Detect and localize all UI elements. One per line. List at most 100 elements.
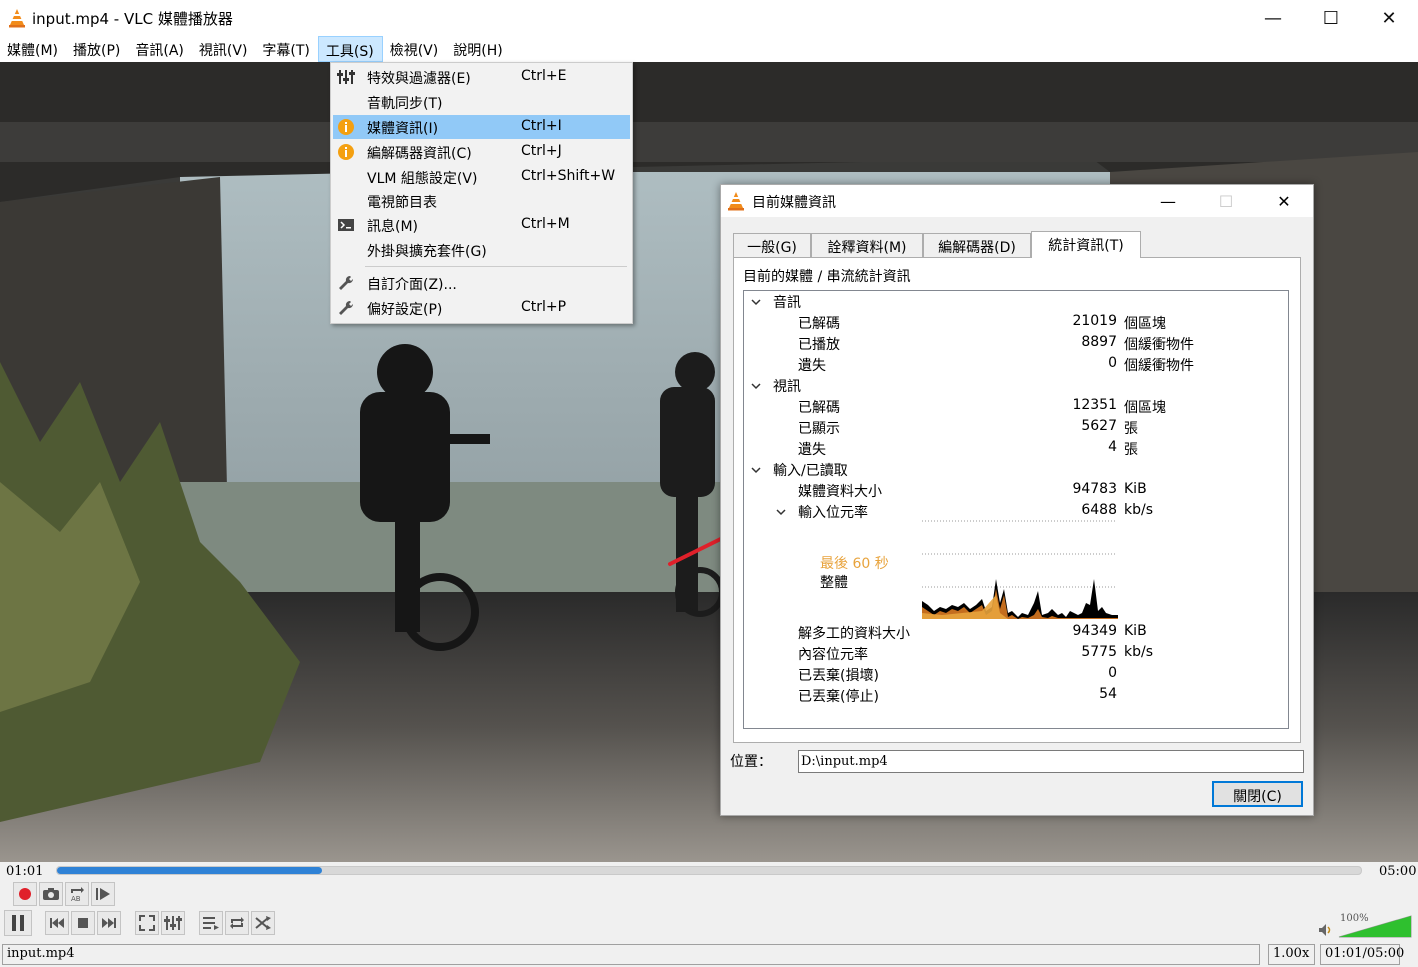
content-bitrate-unit: kb/s [1124,644,1154,660]
video-decoded-unit: 個區塊 [1124,400,1166,416]
audio-played-label: 已播放 [798,337,840,353]
video-lost-value: 4 [1108,439,1117,455]
menu-item-track-sync[interactable]: 音軌同步(T) [333,90,630,114]
menu-bar: 媒體(M) 播放(P) 音訊(A) 視訊(V) 字幕(T) 工具(S) 檢視(V… [0,36,1418,62]
video-displayed-label: 已顯示 [798,421,840,437]
loop-ab-button[interactable]: AB [65,882,89,906]
tab-metadata[interactable]: 詮釋資料(M) [811,233,923,257]
next-button[interactable] [97,911,121,935]
menu-item-media-info[interactable]: 媒體資訊(I) Ctrl+I [333,115,630,139]
wrench-icon [339,275,354,290]
tools-menu: 特效與過濾器(E) Ctrl+E 音軌同步(T) 媒體資訊(I) Ctrl+I … [330,62,633,324]
vlc-cone-icon [9,9,25,28]
audio-played-value: 8897 [1081,334,1117,350]
chevron-down-icon[interactable] [775,506,787,518]
media-info-dialog: 目前媒體資訊 — ☐ ✕ 一般(G) 詮釋資料(M) 編解碼器(D) 目前的媒體… [720,184,1314,816]
media-size-label: 媒體資料大小 [798,484,882,500]
menu-item-plugins[interactable]: 外掛與擴充套件(G) [333,238,630,262]
input-bitrate-label: 輸入位元率 [798,505,868,521]
menu-view[interactable]: 檢視(V) [383,36,447,62]
input-bitrate-value: 6488 [1081,502,1117,518]
shuffle-button[interactable] [251,911,275,935]
loop-button[interactable] [225,911,249,935]
menu-item-messages[interactable]: 訊息(M) Ctrl+M [333,213,630,237]
demux-size-label: 解多工的資料大小 [798,626,910,642]
close-button[interactable]: ✕ [1360,0,1418,36]
audio-played-unit: 個緩衝物件 [1124,337,1194,353]
seek-bar[interactable] [56,866,1362,875]
menu-item-codec-info[interactable]: 編解碼器資訊(C) Ctrl+J [333,140,630,164]
skip-previous-icon [50,918,64,928]
dialog-close-action-button[interactable]: 關閉(C) [1212,781,1303,807]
menu-video[interactable]: 視訊(V) [192,36,256,62]
discarded-corrupted-label: 已丟棄(損壞) [798,668,879,684]
fullscreen-button[interactable] [135,911,159,935]
maximize-button[interactable]: ☐ [1302,0,1360,36]
playlist-button[interactable] [199,911,223,935]
menu-item-vlm[interactable]: VLM 組態設定(V) Ctrl+Shift+W [333,165,630,189]
audio-decoded-value: 21019 [1072,313,1117,329]
sliders-icon [337,70,355,84]
record-button[interactable] [13,882,37,906]
dialog-maximize-button: ☐ [1218,191,1234,211]
speaker-icon[interactable] [1318,923,1334,937]
audio-decoded-unit: 個區塊 [1124,316,1166,332]
video-displayed-value: 5627 [1081,418,1117,434]
tab-codec[interactable]: 編解碼器(D) [923,233,1031,257]
menu-help[interactable]: 說明(H) [446,36,510,62]
chevron-down-icon[interactable] [750,464,762,476]
playback-speed[interactable]: 1.00x [1268,944,1315,965]
frame-step-button[interactable] [91,882,115,906]
menu-item-program-guide[interactable]: 電視節目表 [333,189,630,213]
chevron-down-icon[interactable] [750,296,762,308]
discarded-stopped-value: 54 [1099,686,1117,702]
statistics-tree: 音訊 已解碼 21019 個區塊 已播放 8897 個緩衝物件 遺失 0 個緩衝… [743,290,1289,729]
statistics-panel: 目前的媒體 / 串流統計資訊 音訊 已解碼 21019 個區塊 已播放 8897… [733,257,1301,743]
video-displayed-unit: 張 [1124,421,1138,437]
previous-button[interactable] [45,911,69,935]
playlist-icon [203,917,219,930]
location-field[interactable]: D:\input.mp4 [798,750,1304,773]
menu-playback[interactable]: 播放(P) [66,36,128,62]
sliders-icon [164,916,182,930]
menu-item-effects[interactable]: 特效與過濾器(E) Ctrl+E [333,65,630,89]
chevron-down-icon[interactable] [750,380,762,392]
audio-lost-unit: 個緩衝物件 [1124,358,1194,374]
menu-audio[interactable]: 音訊(A) [128,36,192,62]
snapshot-button[interactable] [39,882,63,906]
tab-general[interactable]: 一般(G) [733,233,811,257]
dialog-close-button[interactable]: ✕ [1255,185,1313,217]
menu-media[interactable]: 媒體(M) [0,36,66,62]
fullscreen-icon [139,915,155,931]
stop-icon [78,918,88,928]
minimize-button[interactable]: — [1244,0,1302,36]
extended-settings-button[interactable] [161,911,185,935]
video-group-label: 視訊 [773,379,801,395]
seek-bar-progress [57,867,323,874]
frame-step-icon [96,888,110,900]
demux-size-unit: KiB [1124,623,1147,639]
dialog-title: 目前媒體資訊 [752,195,836,211]
title-bar: input.mp4 - VLC 媒體播放器 — ☐ ✕ [0,0,1418,36]
wrench-icon [339,300,354,315]
content-bitrate-label: 內容位元率 [798,647,868,663]
menu-item-preferences[interactable]: 偏好設定(P) Ctrl+P [333,296,630,320]
pause-button[interactable] [4,910,32,936]
menu-item-customize[interactable]: 自訂介面(Z)... [333,271,630,295]
record-icon [19,888,31,900]
stop-button[interactable] [71,911,95,935]
demux-size-value: 94349 [1072,623,1117,639]
media-size-unit: KiB [1124,481,1147,497]
dialog-minimize-button[interactable]: — [1139,185,1197,217]
bitrate-graph [922,520,1118,619]
time-display[interactable]: 01:01/05:00 [1320,944,1404,965]
menu-subtitle[interactable]: 字幕(T) [255,36,317,62]
volume-slider[interactable] [1338,914,1414,938]
info-icon [338,144,354,160]
audio-lost-value: 0 [1108,355,1117,371]
terminal-icon [338,219,354,231]
tab-statistics[interactable]: 統計資訊(T) [1031,231,1141,258]
menu-tools[interactable]: 工具(S) [317,36,383,62]
video-decoded-label: 已解碼 [798,400,840,416]
camera-icon [43,888,59,900]
